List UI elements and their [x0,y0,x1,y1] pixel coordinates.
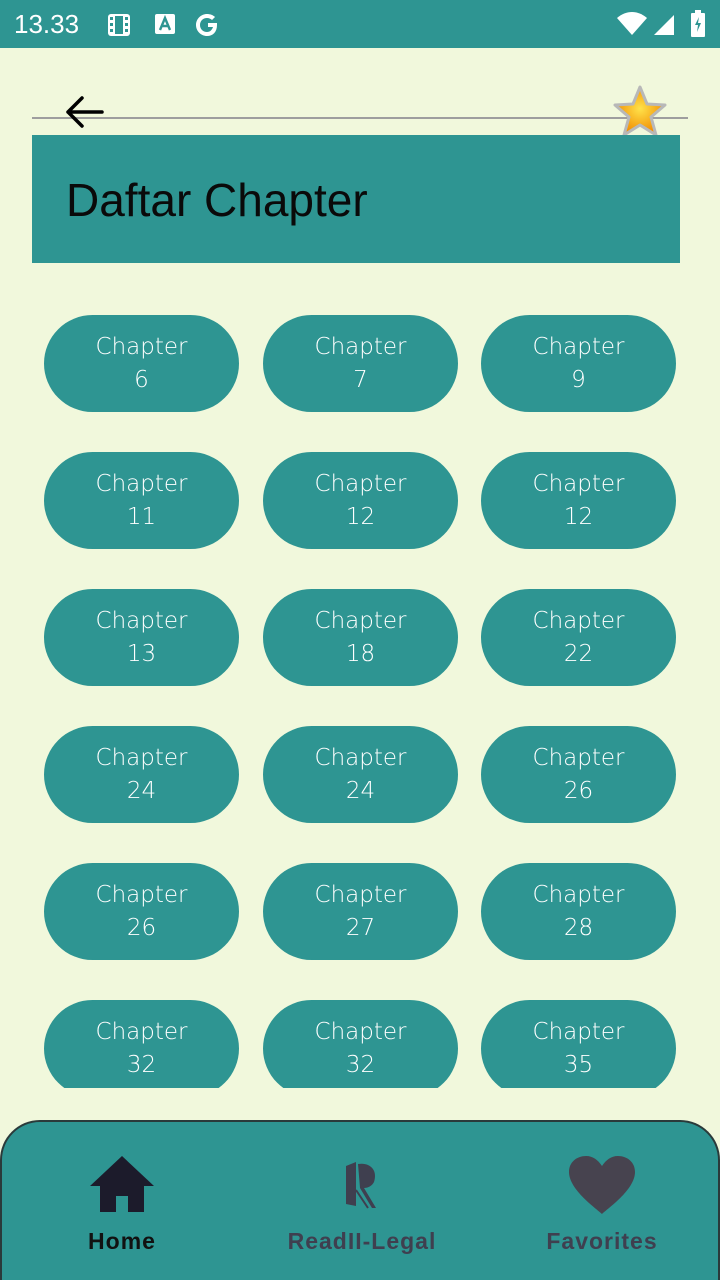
status-bar: 13.33 [0,0,720,48]
chapter-button-label: Chapter [95,607,188,634]
chapter-button[interactable]: Chapter 11 [44,452,239,549]
chapter-button[interactable]: Chapter 26 [481,726,676,823]
favorite-star-button[interactable] [612,84,668,140]
header-divider [32,117,688,119]
chapter-button-label: Chapter [95,881,188,908]
chapter-button-label: Chapter [532,470,625,497]
nav-readii-legal[interactable]: ReadII-Legal [242,1122,482,1280]
chapter-button[interactable]: Chapter 22 [481,589,676,686]
nav-readii-legal-label: ReadII-Legal [287,1228,437,1254]
chapter-number: 28 [563,914,594,941]
chapter-button-label: Chapter [95,744,188,771]
chapter-number: 32 [345,1051,376,1078]
chapter-number: 11 [126,503,157,530]
chapter-button[interactable]: Chapter 27 [263,863,458,960]
chapter-button[interactable]: Chapter 12 [263,452,458,549]
chapter-button[interactable]: Chapter 18 [263,589,458,686]
back-button[interactable] [62,92,108,132]
chapter-button[interactable]: Chapter 7 [263,315,458,412]
chapter-number: 26 [563,777,594,804]
chapter-list[interactable]: Chapter 6 Chapter 7 Chapter 9 Chapter 11 Chapter… [0,300,720,1088]
chapter-number: 7 [353,366,368,393]
chapter-number: 24 [126,777,157,804]
signal-icon [652,12,676,40]
chapter-button[interactable]: Chapter 26 [44,863,239,960]
chapter-button-label: Chapter [532,333,625,360]
chapter-number: 22 [563,640,594,667]
chapter-number: 35 [563,1051,594,1078]
chapter-number: 24 [345,777,376,804]
bottom-navigation: Home ReadII-Legal Favorites [0,1120,720,1280]
chapter-button[interactable]: Chapter 6 [44,315,239,412]
home-icon [88,1154,156,1218]
chapter-button-label: Chapter [95,333,188,360]
chapter-number: 27 [345,914,376,941]
chapter-number: 12 [345,503,376,530]
chapter-number: 12 [563,503,594,530]
chapter-button-label: Chapter [314,333,407,360]
chapter-button[interactable]: Chapter 24 [263,726,458,823]
status-time: 13.33 [14,9,80,39]
chapter-button[interactable]: Chapter 32 [263,1000,458,1088]
chapter-button-label: Chapter [314,607,407,634]
chapter-button-label: Chapter [532,607,625,634]
chapter-button-label: Chapter [532,1018,625,1045]
title-banner: Daftar Chapter [32,135,680,263]
film-icon [106,12,132,42]
chapter-button-label: Chapter [314,744,407,771]
chapter-number: 9 [571,366,586,393]
chapter-button-label: Chapter [314,1018,407,1045]
chapter-button-label: Chapter [532,744,625,771]
google-g-icon [194,12,222,42]
readii-logo-icon [342,1160,382,1214]
chapter-button[interactable]: Chapter 35 [481,1000,676,1088]
chapter-number: 13 [126,640,157,667]
chapter-button[interactable]: Chapter 13 [44,589,239,686]
chapter-number: 26 [126,914,157,941]
chapter-button-label: Chapter [314,881,407,908]
accessibility-a-icon [153,12,177,40]
chapter-button-label: Chapter [95,470,188,497]
chapter-number: 6 [134,366,149,393]
chapter-button[interactable]: Chapter 9 [481,315,676,412]
nav-favorites[interactable]: Favorites [482,1122,720,1280]
battery-icon [690,10,706,42]
chapter-number: 18 [345,640,376,667]
nav-home[interactable]: Home [2,1122,242,1280]
chapter-button-label: Chapter [532,881,625,908]
chapter-button-label: Chapter [95,1018,188,1045]
chapter-button[interactable]: Chapter 32 [44,1000,239,1088]
star-icon [613,85,667,137]
chapter-button-label: Chapter [314,470,407,497]
nav-favorites-label: Favorites [546,1228,658,1254]
chapter-button[interactable]: Chapter 24 [44,726,239,823]
nav-home-label: Home [88,1228,156,1254]
chapter-button[interactable]: Chapter 28 [481,863,676,960]
heart-icon [567,1154,637,1220]
page-title: Daftar Chapter [66,174,368,226]
chapter-number: 32 [126,1051,157,1078]
chapter-button[interactable]: Chapter 12 [481,452,676,549]
arrow-left-icon [66,96,104,128]
wifi-icon [616,12,648,40]
